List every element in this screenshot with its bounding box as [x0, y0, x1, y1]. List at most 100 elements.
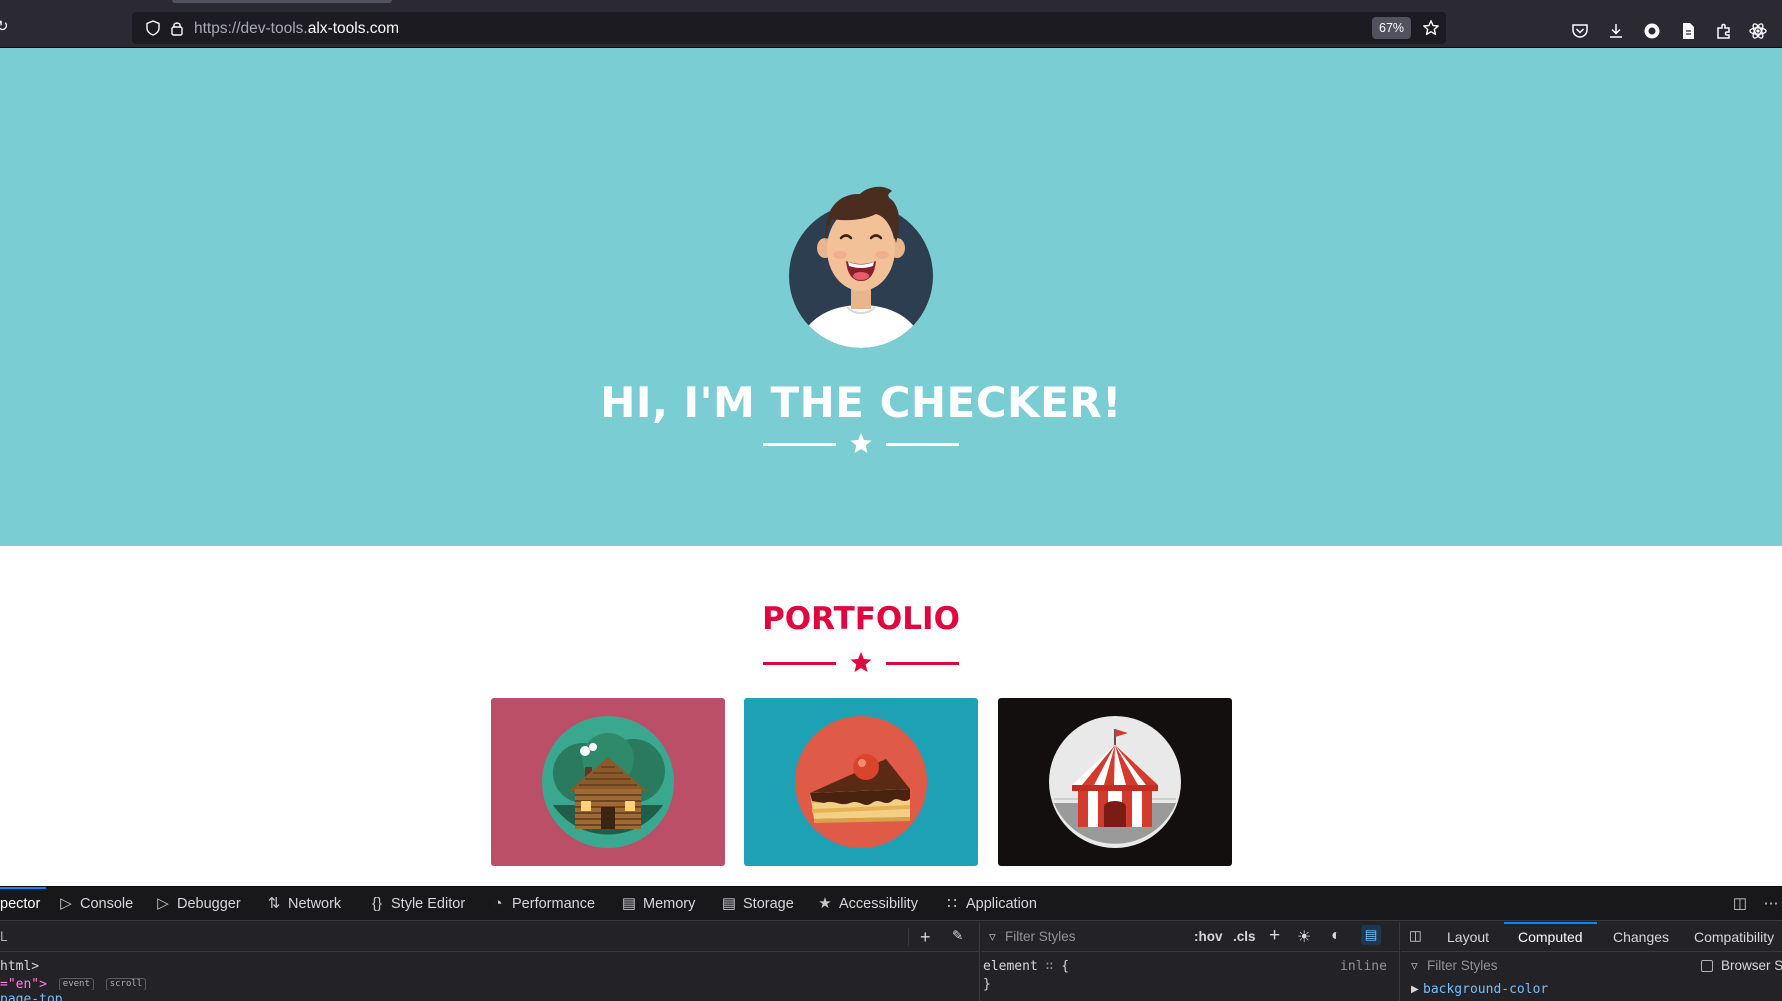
active-tab-edge[interactable] — [172, 0, 392, 3]
tab-storage[interactable]: ▤ Storage — [718, 887, 794, 921]
reader-page-icon[interactable] — [1678, 21, 1698, 41]
expand-arrow-icon[interactable]: ▶ — [1411, 984, 1419, 995]
rule-source[interactable]: inline — [1340, 959, 1387, 974]
pocket-icon[interactable] — [1570, 21, 1590, 41]
markup-pane: L + ✎ html> ="en"> event scroll page-top — [0, 922, 980, 1001]
hero-section: HI, I'M THE CHECKER! — [0, 48, 1782, 546]
react-devtools-icon[interactable] — [1748, 21, 1768, 41]
sidebar-tabs: ◫ Layout Computed Changes Compatibility — [1401, 922, 1782, 952]
element-picker-icon[interactable]: ∷ — [1046, 959, 1062, 974]
portfolio-heading: PORTFOLIO — [762, 601, 960, 637]
console-icon: ▷ — [60, 895, 72, 912]
network-icon: ⇅ — [267, 895, 281, 912]
tab-layout[interactable]: Layout — [1447, 922, 1489, 952]
account-icon[interactable] — [1642, 21, 1662, 41]
hov-toggle[interactable]: :hov — [1194, 929, 1223, 944]
computed-property[interactable]: background-color — [1423, 982, 1548, 997]
divider-line-right — [886, 443, 959, 446]
performance-icon: ◔ — [493, 895, 503, 912]
print-media-icon[interactable]: ▤ — [1361, 925, 1381, 945]
tab-accessibility[interactable]: ★ Accessibility — [814, 887, 918, 921]
tab-memory[interactable]: ▤ Memory — [618, 887, 695, 921]
markup-attr: ="en"> — [0, 977, 47, 990]
rules-pane: ▿ Filter Styles :hov .cls + ☀ ◐ ▤ elemen… — [981, 922, 1400, 1001]
light-scheme-icon[interactable]: ☀ — [1297, 927, 1311, 947]
url-text[interactable]: https://dev-tools.alx-tools.com — [194, 20, 399, 38]
tab-label: Application — [966, 896, 1037, 912]
tab-label: Style Editor — [391, 896, 466, 912]
portfolio-item-circus[interactable] — [998, 698, 1232, 866]
hero-title: HI, I'M THE CHECKER! — [600, 378, 1122, 427]
url-scheme: https://dev-tools. — [194, 20, 308, 37]
add-rule-icon[interactable]: + — [1269, 925, 1280, 947]
tab-console[interactable]: ▷ Console — [55, 887, 133, 921]
browser-styles-checkbox[interactable] — [1701, 960, 1713, 972]
markup-toolbar: L + ✎ — [0, 922, 979, 952]
tab-label: Storage — [743, 896, 794, 912]
tab-computed[interactable]: Computed — [1504, 922, 1597, 952]
element-rule-selector[interactable]: element ∷ { — [983, 959, 1069, 974]
dark-scheme-icon[interactable]: ◐ — [1331, 927, 1341, 945]
browser-window: ↻ https://dev-tools.alx-tools.com 67% HI… — [0, 0, 1782, 1001]
debugger-icon: ▷ — [157, 895, 169, 912]
star-icon — [850, 433, 872, 453]
markup-line-anchor[interactable]: page-top — [0, 992, 63, 1001]
markup-line-html[interactable]: html> — [0, 959, 39, 974]
devtools-tab-bar: pector ▷ Console ▷ Debugger ⇅ Network {} Sty… — [0, 887, 1782, 921]
tab-label: Console — [80, 896, 134, 912]
filter-icon: ▿ — [989, 929, 996, 944]
markup-line-lang[interactable]: ="en"> event scroll — [0, 977, 147, 990]
tab-application[interactable]: ∷ Application — [941, 887, 1037, 921]
storage-icon: ▤ — [721, 895, 737, 912]
avatar-image — [789, 186, 933, 348]
rule-brace-close: } — [983, 977, 991, 992]
hero-star-divider — [763, 433, 959, 453]
tab-style-editor[interactable]: {} Style Editor — [366, 887, 465, 921]
web-page: HI, I'M THE CHECKER! PORTFOLIO — [0, 48, 1782, 887]
application-icon: ∷ — [947, 895, 957, 912]
zoom-level-button[interactable]: 67% — [1372, 17, 1412, 39]
tab-performance[interactable]: ◔ Performance — [487, 887, 595, 921]
divider-line-left — [763, 443, 836, 446]
tab-inspector[interactable]: pector — [0, 887, 47, 921]
computed-filter-input[interactable]: Filter Styles — [1427, 958, 1498, 973]
tab-compatibility[interactable]: Compatibility — [1694, 922, 1774, 952]
rule-brace-open: { — [1061, 959, 1070, 974]
tab-label: Debugger — [177, 896, 241, 912]
tab-debugger[interactable]: ▷ Debugger — [152, 887, 241, 921]
markup-tag: html> — [0, 959, 40, 974]
portfolio-item-cake[interactable] — [744, 698, 978, 866]
tab-label: Memory — [643, 896, 696, 912]
toggle-sidebar-icon[interactable]: ◫ — [1409, 928, 1422, 944]
cls-toggle[interactable]: .cls — [1233, 929, 1256, 944]
filter-styles-input[interactable]: Filter Styles — [1005, 929, 1076, 944]
lock-icon[interactable] — [168, 19, 186, 37]
url-host: alx-tools.com — [307, 20, 400, 37]
sidebar-pane: ◫ Layout Computed Changes Compatibility … — [1401, 922, 1782, 1001]
eyedropper-icon[interactable]: ✎ — [952, 928, 963, 944]
more-options-icon[interactable]: ⋯ — [1760, 887, 1782, 921]
extensions-icon[interactable] — [1714, 21, 1734, 41]
portfolio-item-cabin[interactable] — [491, 698, 725, 866]
url-bar[interactable]: https://dev-tools.alx-tools.com 67% — [132, 12, 1446, 44]
divider-line-right — [886, 662, 959, 665]
nav-toolbar: ↻ https://dev-tools.alx-tools.com 67% — [0, 8, 1782, 48]
downloads-icon[interactable] — [1606, 21, 1626, 41]
scroll-badge[interactable]: scroll — [105, 978, 147, 990]
tracking-shield-icon[interactable] — [144, 19, 162, 37]
tab-label: Network — [288, 896, 342, 912]
search-icon[interactable]: L — [0, 929, 8, 944]
bookmark-star-icon[interactable] — [1422, 19, 1440, 37]
memory-icon: ▤ — [621, 895, 637, 912]
element-selector: element — [983, 959, 1038, 974]
tab-network[interactable]: ⇅ Network — [263, 887, 341, 921]
tab-label: Accessibility — [839, 896, 918, 912]
add-node-icon[interactable]: + — [920, 927, 931, 948]
responsive-design-icon[interactable]: ◫ — [1729, 887, 1754, 921]
cabin-icon — [542, 716, 674, 848]
reload-icon[interactable]: ↻ — [0, 17, 9, 35]
tab-strip — [0, 0, 1782, 8]
event-badge[interactable]: event — [58, 978, 94, 990]
tab-changes[interactable]: Changes — [1613, 922, 1669, 952]
devtools-panel: pector ▷ Console ▷ Debugger ⇅ Network {} Sty… — [0, 886, 1782, 1001]
